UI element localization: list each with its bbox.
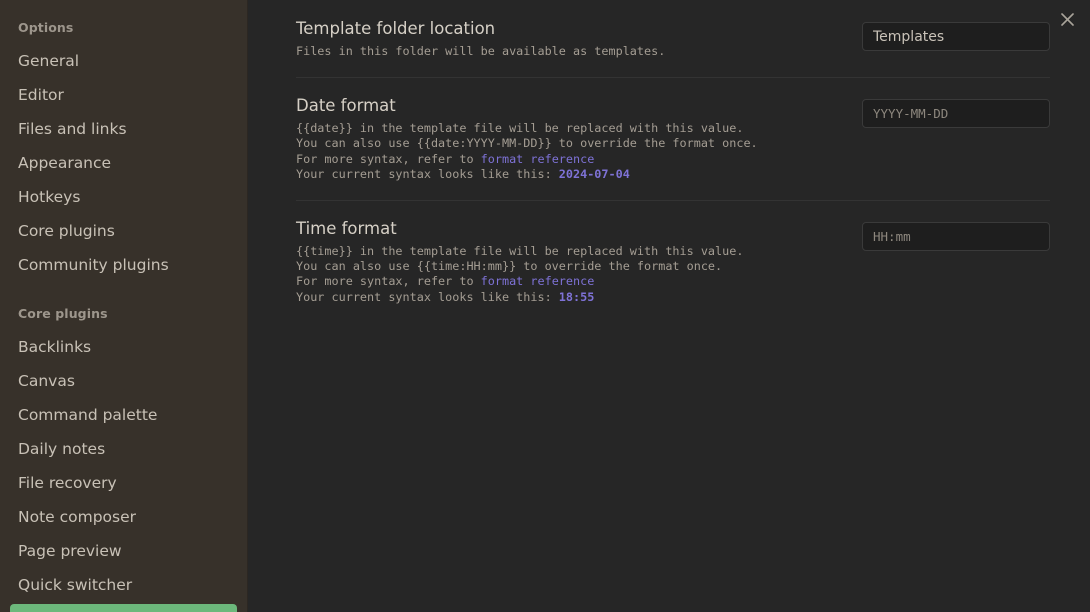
sidebar-item-templates[interactable]: Templates [10,604,237,612]
date-format-input[interactable] [862,99,1050,129]
setting-time-format: Time format {{time}} in the template fil… [296,201,1050,323]
sidebar-item-canvas[interactable]: Canvas [10,366,237,398]
sidebar-item-backlinks[interactable]: Backlinks [10,332,237,364]
setting-title: Template folder location [296,19,496,38]
description-line: Files in this folder will be available a… [296,44,666,58]
sidebar-item-core-plugins[interactable]: Core plugins [10,216,237,248]
sidebar-item-hotkeys[interactable]: Hotkeys [10,182,237,214]
setting-control [862,18,1050,51]
sidebar-item-editor[interactable]: Editor [10,80,237,112]
description-line: You can also use {{time:HH:mm}} to overr… [296,259,723,274]
sidebar-item-appearance[interactable]: Appearance [10,148,237,180]
setting-description: {{date}} in the template file will be re… [296,121,842,182]
settings-content: Template folder location Files in this f… [248,0,1090,612]
sample-prefix: Your current syntax looks like this: [296,289,559,304]
description-line: {{date}} in the template file will be re… [296,121,744,136]
sidebar-heading-core-plugins: Core plugins [18,306,108,321]
setting-title: Date format [296,96,396,116]
format-reference-link[interactable]: format reference [481,274,595,288]
setting-control [862,218,1050,252]
syntax-prefix: For more syntax, refer to [296,274,481,289]
setting-control [862,95,1050,129]
settings-sidebar: Options General Editor Files and links A… [0,0,248,612]
sidebar-item-files-and-links[interactable]: Files and links [10,114,237,146]
description-line-sample: Your current syntax looks like this: 18:… [296,290,842,305]
sidebar-item-general[interactable]: General [10,46,237,78]
description-line: You can also use {{date:YYYY-MM-DD}} to … [296,136,758,151]
date-sample-value: 2024-07-04 [558,166,630,181]
sidebar-item-quick-switcher[interactable]: Quick switcher [10,570,237,602]
setting-info: Date format {{date}} in the template fil… [296,95,842,182]
setting-info: Time format {{time}} in the template fil… [296,218,842,305]
sample-prefix: Your current syntax looks like this: [296,166,559,181]
description-line: {{time}} in the template file will be re… [296,244,744,259]
format-reference-link[interactable]: format reference [481,152,595,166]
time-sample-value: 18:55 [558,289,595,304]
setting-info: Template folder location Files in this f… [296,18,842,59]
setting-description: Files in this folder will be available a… [296,44,842,59]
settings-modal: Options General Editor Files and links A… [0,0,1090,612]
setting-description: {{time}} in the template file will be re… [296,244,842,305]
template-folder-input[interactable] [862,22,1050,51]
sidebar-item-page-preview[interactable]: Page preview [10,536,237,568]
description-line-sample: Your current syntax looks like this: 202… [296,167,842,182]
sidebar-item-daily-notes[interactable]: Daily notes [10,434,237,466]
sidebar-item-file-recovery[interactable]: File recovery [10,468,237,500]
sidebar-item-command-palette[interactable]: Command palette [10,400,237,432]
time-format-input[interactable] [862,222,1050,252]
sidebar-item-community-plugins[interactable]: Community plugins [10,250,237,282]
syntax-prefix: For more syntax, refer to [296,151,481,166]
description-line-syntax: For more syntax, refer to format referen… [296,152,842,167]
setting-date-format: Date format {{date}} in the template fil… [296,78,1050,202]
setting-title: Time format [296,219,397,239]
description-line-syntax: For more syntax, refer to format referen… [296,274,842,289]
sidebar-item-note-composer[interactable]: Note composer [10,502,237,534]
setting-template-folder-location: Template folder location Files in this f… [296,0,1050,79]
sidebar-heading-options: Options [18,20,74,35]
close-icon[interactable] [1054,6,1080,32]
